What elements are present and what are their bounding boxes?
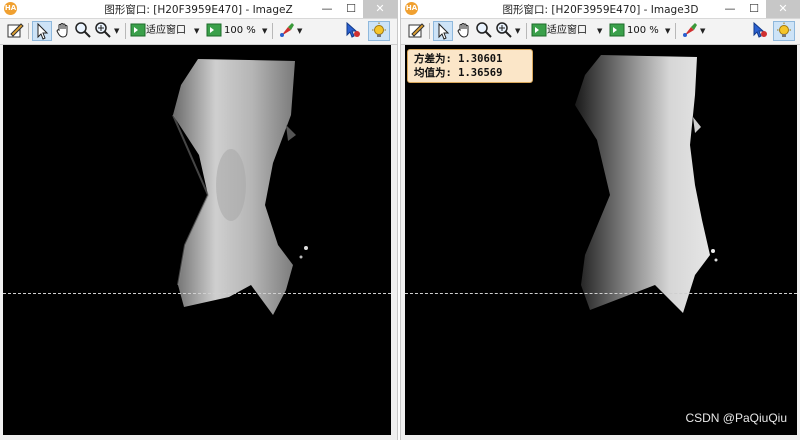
fit-window-icon[interactable] [531,21,547,41]
inspect-icon[interactable] [751,21,769,41]
mean-label: 均值为: [414,67,452,79]
image-window-left: HA 图形窗口: [H20F3959E470] - ImageZ — ☐ ✕ ▼… [0,0,398,440]
fit-dropdown-arrow[interactable]: ▼ [194,21,199,41]
color-dropdown-arrow[interactable]: ▼ [297,21,302,41]
depth-image-3d [575,55,718,313]
variance-label: 方差为: [414,53,452,65]
depth-image-z [172,59,308,315]
window-controls: — ☐ ✕ [315,0,397,18]
color-icon[interactable] [278,21,296,41]
light-icon[interactable] [368,21,390,41]
fit-dropdown-arrow[interactable]: ▼ [597,21,602,41]
variance-value: 1.30601 [458,53,503,65]
magnify-icon[interactable] [74,21,92,41]
scan-line [3,293,391,294]
edit-icon[interactable] [407,21,425,41]
image-window-right: HA 图形窗口: [H20F3959E470] - Image3D — ☐ ✕ … [400,0,800,440]
close-button[interactable]: ✕ [766,0,800,18]
image-canvas[interactable]: 方差为: 1.30601 均值为: 1.36569 CSDN @PaQiuQiu [405,45,797,435]
color-icon[interactable] [681,21,699,41]
hand-icon[interactable] [455,21,473,41]
mean-value: 1.36569 [458,67,503,79]
window-controls: — ☐ ✕ [718,0,800,18]
zoom-level-arrow[interactable]: ▼ [262,21,267,41]
watermark: CSDN @PaQiuQiu [685,411,787,425]
zoom-icon[interactable] [206,21,222,41]
light-icon[interactable] [773,21,795,41]
minimize-button[interactable]: — [315,0,339,18]
color-dropdown-arrow[interactable]: ▼ [700,21,705,41]
close-button[interactable]: ✕ [363,0,397,18]
variance-row: 方差为: 1.30601 [414,52,526,66]
title-bar[interactable]: HA 图形窗口: [H20F3959E470] - Image3D — ☐ ✕ [401,0,800,19]
zoom-dropdown-arrow[interactable]: ▼ [114,21,119,41]
zoom-in-icon[interactable] [495,21,513,41]
inspect-icon[interactable] [344,21,362,41]
hand-icon[interactable] [54,21,72,41]
stats-panel: 方差为: 1.30601 均值为: 1.36569 [407,49,533,83]
magnify-icon[interactable] [475,21,493,41]
zoom-in-icon[interactable] [94,21,112,41]
maximize-button[interactable]: ☐ [742,0,766,18]
toolbar: ▼ 适应窗口 ▼ 100 % ▼ ▼ [0,19,397,45]
maximize-button[interactable]: ☐ [339,0,363,18]
image-canvas[interactable] [3,45,391,435]
minimize-button[interactable]: — [718,0,742,18]
zoom-dropdown-arrow[interactable]: ▼ [515,21,520,41]
title-bar[interactable]: HA 图形窗口: [H20F3959E470] - ImageZ — ☐ ✕ [0,0,397,19]
zoom-level-value[interactable]: 100 % [627,21,659,41]
zoom-level-arrow[interactable]: ▼ [665,21,670,41]
zoom-level-value[interactable]: 100 % [224,21,256,41]
toolbar: ▼ 适应窗口 ▼ 100 % ▼ ▼ [401,19,800,45]
zoom-icon[interactable] [609,21,625,41]
fit-window-icon[interactable] [130,21,146,41]
edit-icon[interactable] [6,21,24,41]
mean-row: 均值为: 1.36569 [414,66,526,80]
pointer-icon[interactable] [32,21,52,41]
scan-line [405,293,797,294]
pointer-icon[interactable] [433,21,453,41]
fit-window-label[interactable]: 适应窗口 [547,21,587,41]
fit-window-label[interactable]: 适应窗口 [146,21,186,41]
